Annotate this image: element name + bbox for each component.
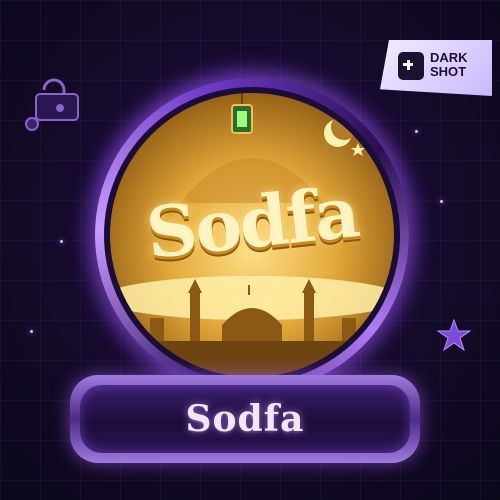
- sparkle: [415, 130, 418, 133]
- brand-name: DARK SHOT: [430, 51, 490, 79]
- brand-line-1: DARK: [430, 50, 468, 65]
- brand-badge: DARK SHOT: [380, 40, 492, 96]
- gamepad-icon: [398, 52, 424, 80]
- game-logo-image: Sodfa: [110, 93, 394, 377]
- star-icon: [436, 318, 472, 352]
- lantern-icon: [231, 93, 253, 134]
- sparkle: [60, 240, 63, 243]
- product-title: Sodfa: [185, 398, 305, 440]
- sparkle: [30, 330, 33, 333]
- sparkle: [440, 200, 443, 203]
- lock-icon: [25, 78, 79, 131]
- crescent-moon-icon: [324, 114, 365, 156]
- brand-line-2: SHOT: [430, 64, 467, 79]
